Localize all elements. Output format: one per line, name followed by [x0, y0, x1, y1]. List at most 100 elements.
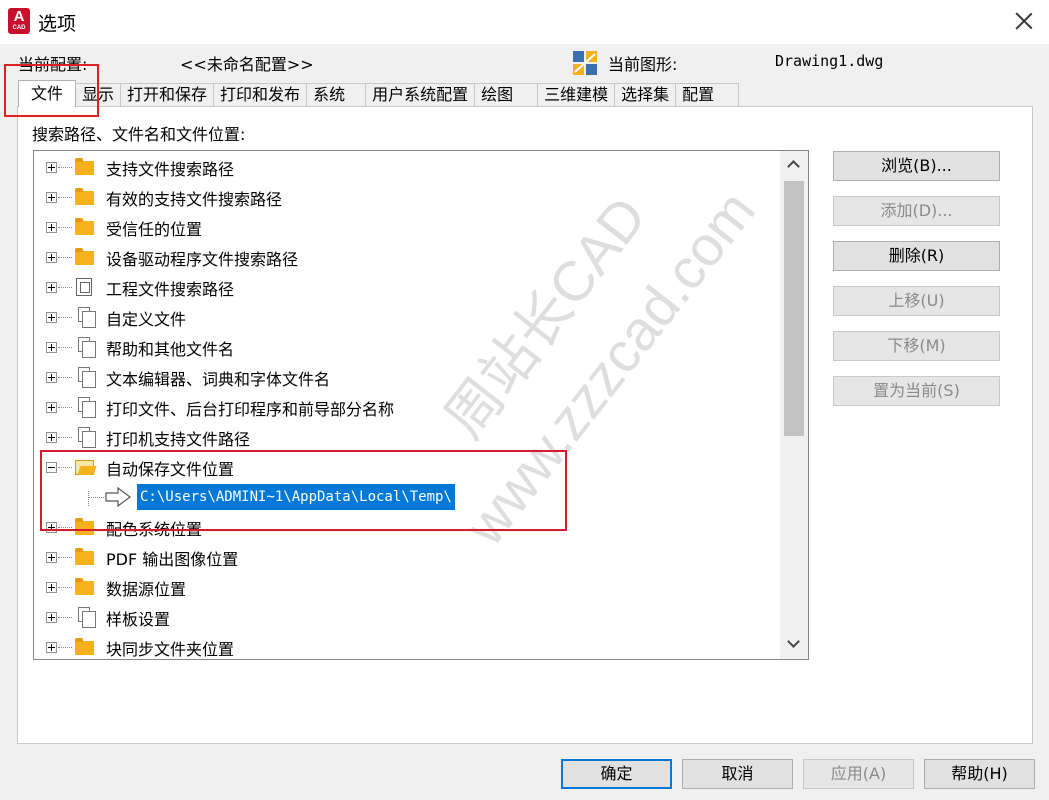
delete-button[interactable]: 删除(R) [833, 241, 1000, 271]
tree-item-printer-support-path[interactable]: 打印机支持文件路径 [34, 422, 780, 452]
tree-item-block-sync-folder[interactable]: 块同步文件夹位置 [34, 632, 780, 659]
cancel-button[interactable]: 取消 [682, 759, 793, 789]
expand-icon[interactable] [46, 192, 57, 203]
tab-system[interactable]: 系统 [306, 83, 367, 107]
folder-icon [74, 187, 96, 207]
tree-item-label: 支持文件搜索路径 [106, 160, 235, 179]
expand-icon[interactable] [46, 252, 57, 263]
expand-icon[interactable] [46, 222, 57, 233]
folder-icon [74, 517, 96, 537]
tree-item-label: 打印文件、后台打印程序和前导部分名称 [106, 400, 395, 419]
pages-icon [74, 337, 96, 358]
drawing-file-icon [573, 51, 597, 75]
tree-item-label: 样板设置 [106, 610, 171, 629]
apply-button[interactable]: 应用(A) [803, 759, 914, 789]
tree-item-label: 设备驱动程序文件搜索路径 [106, 250, 299, 269]
ok-button[interactable]: 确定 [561, 759, 672, 789]
tree-item-trusted-locations[interactable]: 受信任的位置 [34, 212, 780, 242]
expand-icon[interactable] [46, 372, 57, 383]
tree-item-label: 文本编辑器、词典和字体文件名 [106, 370, 331, 389]
tab-drafting[interactable]: 绘图 [474, 83, 539, 107]
tab-open-save[interactable]: 打开和保存 [120, 83, 215, 107]
autosave-path-entry[interactable]: C:\Users\ADMINI~1\AppData\Local\Temp\ [137, 484, 455, 510]
current-drawing-label: 当前图形: [608, 55, 678, 74]
autocad-app-icon: A CAD [8, 8, 30, 34]
tree-item-label: 块同步文件夹位置 [106, 640, 235, 659]
pages-icon [74, 427, 96, 448]
collapse-icon[interactable] [46, 462, 57, 473]
tab-plot-publish[interactable]: 打印和发布 [213, 83, 308, 107]
browse-button[interactable]: 浏览(B)... [833, 151, 1000, 181]
close-button[interactable] [1011, 8, 1037, 34]
add-button[interactable]: 添加(D)... [833, 196, 1000, 226]
tree-item-print-file-names[interactable]: 打印文件、后台打印程序和前导部分名称 [34, 392, 780, 422]
tree-item-support-file-search-path[interactable]: 支持文件搜索路径 [34, 152, 780, 182]
scroll-up-button[interactable] [780, 151, 808, 179]
tab-display[interactable]: 显示 [75, 83, 122, 107]
pages-icon [74, 397, 96, 418]
move-up-button[interactable]: 上移(U) [833, 286, 1000, 316]
folder-icon [74, 637, 96, 657]
tree-item-label: 打印机支持文件路径 [106, 430, 251, 449]
expand-icon[interactable] [46, 642, 57, 653]
tree-item-pdf-image-location[interactable]: PDF 输出图像位置 [34, 542, 780, 572]
arrow-right-icon [105, 487, 131, 507]
tree-item-text-editor-font-files[interactable]: 文本编辑器、词典和字体文件名 [34, 362, 780, 392]
tree-item-working-support-path[interactable]: 有效的支持文件搜索路径 [34, 182, 780, 212]
expand-icon[interactable] [46, 312, 57, 323]
expand-icon[interactable] [46, 162, 57, 173]
current-drawing-value: Drawing1.dwg [775, 52, 884, 70]
tree-item-label: 数据源位置 [106, 580, 187, 599]
folder-icon [74, 247, 96, 267]
expand-icon[interactable] [46, 582, 57, 593]
set-current-button[interactable]: 置为当前(S) [833, 376, 1000, 406]
tree-item-data-sources-location[interactable]: 数据源位置 [34, 572, 780, 602]
current-profile-value: <<未命名配置>> [180, 55, 314, 74]
tree-item-label: 受信任的位置 [106, 220, 203, 239]
tab-profiles[interactable]: 配置 [675, 83, 740, 107]
help-button[interactable]: 帮助(H) [924, 759, 1035, 789]
file-locations-tree[interactable]: 支持文件搜索路径 有效的支持文件搜索路径 受信任的位置 设备驱动程序文件搜索路径… [33, 150, 809, 660]
tab-files[interactable]: 文件 [18, 80, 77, 107]
tree-scrollbar[interactable] [780, 151, 808, 659]
scrollbar-thumb[interactable] [784, 181, 804, 436]
expand-icon[interactable] [46, 612, 57, 623]
expand-icon[interactable] [46, 402, 57, 413]
tab-3d-modeling[interactable]: 三维建模 [537, 83, 616, 107]
folder-icon [74, 577, 96, 597]
tree-item-device-driver-path[interactable]: 设备驱动程序文件搜索路径 [34, 242, 780, 272]
tree-item-label: 自定义文件 [106, 310, 187, 329]
expand-icon[interactable] [46, 282, 57, 293]
expand-icon[interactable] [46, 522, 57, 533]
pages-icon [74, 367, 96, 388]
tree-item-label: PDF 输出图像位置 [106, 550, 239, 569]
pages-icon [74, 307, 96, 328]
tree-item-customization-files[interactable]: 自定义文件 [34, 302, 780, 332]
chevron-up-icon [787, 160, 800, 173]
tree-item-label: 配色系统位置 [106, 520, 203, 539]
options-tabs: 文件 显示 打开和保存 打印和发布 系统 用户系统配置 绘图 三维建模 选择集 … [18, 80, 740, 107]
tree-item-template-settings[interactable]: 样板设置 [34, 602, 780, 632]
tree-item-autosave-location[interactable]: 自动保存文件位置 [34, 452, 780, 482]
search-paths-label: 搜索路径、文件名和文件位置: [32, 125, 246, 144]
tree-item-project-files-path[interactable]: 工程文件搜索路径 [34, 272, 780, 302]
pages-icon [74, 607, 96, 628]
folder-open-icon [74, 457, 96, 477]
tab-user-preferences[interactable]: 用户系统配置 [365, 83, 476, 107]
expand-icon[interactable] [46, 432, 57, 443]
chevron-down-icon [787, 635, 800, 648]
tree-item-label: 工程文件搜索路径 [106, 280, 235, 299]
folder-icon [74, 217, 96, 237]
move-down-button[interactable]: 下移(M) [833, 331, 1000, 361]
tree-item-label: 自动保存文件位置 [106, 460, 235, 479]
title-bar: A CAD 选项 [0, 0, 1049, 44]
scroll-down-button[interactable] [780, 631, 808, 659]
tree-item-color-book-locations[interactable]: 配色系统位置 [34, 512, 780, 542]
tree-item-label: 有效的支持文件搜索路径 [106, 190, 283, 209]
tree-item-help-misc-files[interactable]: 帮助和其他文件名 [34, 332, 780, 362]
expand-icon[interactable] [46, 342, 57, 353]
tab-selection[interactable]: 选择集 [614, 83, 677, 107]
window-title: 选项 [38, 13, 77, 35]
tree-item-label: 帮助和其他文件名 [106, 340, 235, 359]
expand-icon[interactable] [46, 552, 57, 563]
